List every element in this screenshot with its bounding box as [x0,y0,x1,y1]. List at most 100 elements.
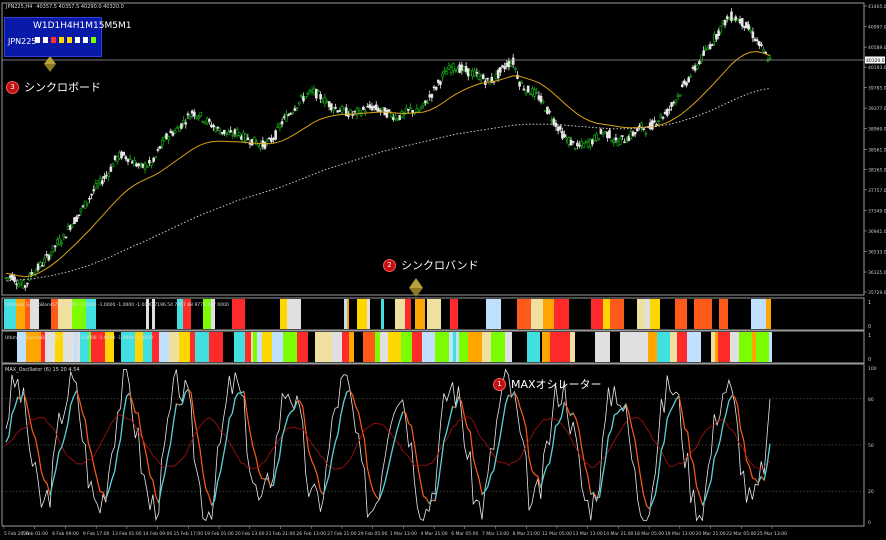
band-segment [527,332,540,362]
sync-cell [51,37,56,43]
candle-body [710,44,714,46]
candle-body [603,131,607,133]
candle-body [240,136,243,140]
time-label: 18 Mar 05:00 [634,531,664,537]
candle-body [539,95,543,103]
candle-body [657,120,661,123]
candle-body [49,253,53,257]
candle-body [578,144,581,147]
band-segment [603,299,610,329]
badge-number: 2 [383,258,396,272]
osc-line-cyan [337,414,342,434]
candle-body [663,111,667,115]
candle-body [351,114,354,116]
time-label: 8 Feb 09:00 [52,531,79,537]
band-segment [550,332,559,362]
candle-body [180,123,183,129]
band-segment [257,332,262,362]
candle-body [242,132,245,143]
candle-body [757,41,761,47]
candle-body [304,95,307,99]
osc-line-cyan [555,423,559,427]
price-label: 36941.0 [868,229,886,235]
osc-line-cyan [707,479,712,490]
band1-scale-top: 1 [868,300,871,306]
band-segment [340,299,344,329]
band-segment [349,299,357,329]
candle-body [680,84,684,88]
candle-body [481,74,485,80]
candle-body [466,68,470,77]
candle-body [477,73,481,80]
arrow-board-icon [44,56,56,72]
candle-body [4,277,8,280]
candle-body [197,116,200,119]
candle-body [648,122,652,130]
candle-body [160,139,164,146]
candle-body [685,82,688,86]
osc-line-cyan [601,459,607,478]
candle-body [550,119,554,122]
candle-body [233,129,237,135]
osc-line-cyan [8,414,13,437]
osc-line-cyan [490,469,495,476]
candle-body [64,236,68,239]
candle-body [158,146,162,149]
candle-body [137,163,140,167]
candle-body [30,272,33,275]
osc-line-cyan [651,494,656,503]
candle-body [529,93,532,96]
candle-body [175,127,179,129]
candle-body [111,163,115,168]
band-segment [280,299,287,329]
band-segment [262,299,273,329]
candle-body [475,72,479,74]
candle-body [23,285,27,288]
candle-body [404,108,408,114]
candle-body [428,94,432,98]
candle-body [505,62,509,67]
band-segment [687,299,694,329]
band-segment [570,332,575,362]
candle-body [723,19,727,26]
annotation-label: シンクロボード [24,81,101,94]
candle-body [449,67,453,74]
price-label: 39785.0 [868,86,886,92]
osc-line-cyan [719,424,724,442]
candle-body [130,161,134,164]
band-segment [370,299,374,329]
sync-cell [67,37,72,43]
candle-body [670,102,673,107]
candle-body [300,95,303,97]
candle-body [26,282,29,285]
time-label: 7 Mar 13:00 [482,531,509,537]
osc-line-cyan [654,476,659,495]
osc-line-cyan [67,404,72,425]
osc-line-cyan [510,391,515,397]
candle-body [53,245,57,248]
candle-body [573,147,577,150]
candle-body [193,111,196,117]
osc-line-cyan [675,395,680,401]
osc-line-cyan [287,411,292,417]
osc-line-cyan [666,411,671,419]
candle-body [186,113,190,116]
sync-cell [43,37,48,43]
candle-body [501,65,504,68]
band-segment [253,332,257,362]
osc-line-cyan [607,429,612,437]
osc-line-cyan [216,471,222,482]
candle-body [691,66,695,69]
candle-body [747,24,750,30]
band-segment [517,299,531,329]
time-label: 4 Mar 21:00 [420,531,447,537]
osc-line-cyan [343,391,348,402]
price-panel[interactable] [1,2,865,296]
candle-body [274,130,277,140]
candle-body [689,75,693,78]
band-segment [737,299,751,329]
osc-line-cyan [396,420,401,432]
band-segment [316,299,319,329]
sync-board[interactable]: W1D1H4H1M15M5M1 JPN225 [4,17,131,57]
band-segment [388,332,401,362]
